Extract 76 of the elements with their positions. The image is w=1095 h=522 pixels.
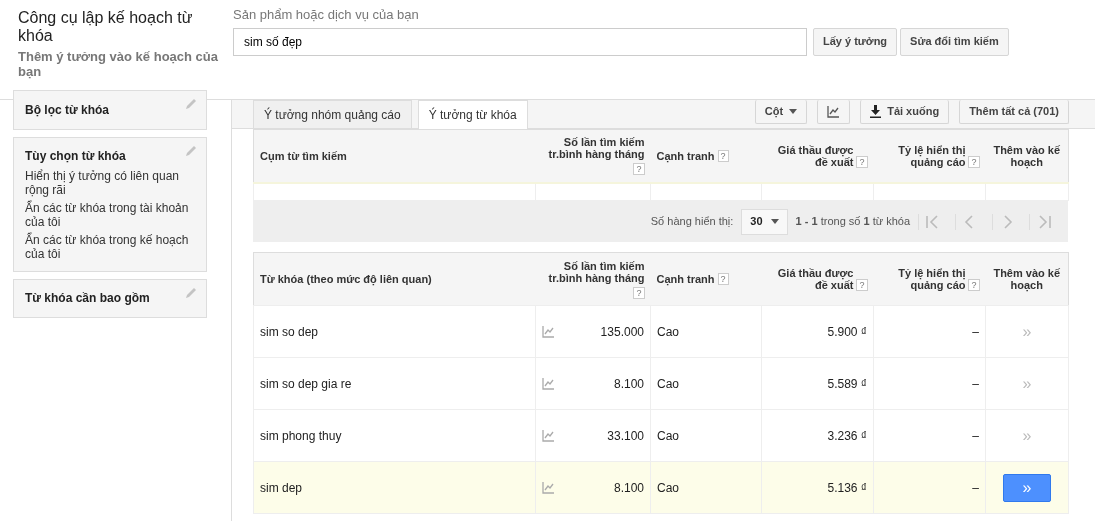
column-header[interactable]: Cạnh tranh (656, 273, 715, 285)
sidebar-card-title: Tùy chọn từ khóa (25, 148, 127, 165)
line-chart-icon (827, 105, 841, 118)
sidebar-card-title: Bộ lọc từ khóa (25, 102, 111, 119)
sidebar-option: Hiển thị ý tưởng có liên quan rộng rãi (25, 169, 196, 197)
impression-share: – (972, 324, 979, 339)
page-range: 1 - 1 trong số 1 từ khóa (795, 214, 910, 230)
competition-level: Cao (657, 480, 679, 495)
impression-share: – (972, 480, 979, 495)
suggested-bid: 5.136 ₫ (827, 480, 867, 495)
sidebar-option: Ẩn các từ khóa trong kế hoạch của tôi (25, 233, 196, 261)
column-header[interactable]: Từ khóa (theo mức độ liên quan) (260, 273, 432, 285)
keyword-row[interactable]: sim phong thuy 33.100 Cao 3.236 ₫ – » (253, 409, 1069, 462)
caret-icon (770, 219, 779, 224)
help-icon[interactable]: ? (633, 163, 645, 176)
search-volume: 8.100 (613, 479, 644, 497)
impression-share: – (972, 428, 979, 443)
keyword-text: sim so dep gia re (260, 376, 352, 391)
column-header[interactable]: Cạnh tranh (656, 149, 715, 162)
tab[interactable]: Ý tưởng từ khóa (417, 100, 528, 129)
search-volume: 8.100 (613, 375, 644, 393)
last-page-icon[interactable] (1036, 213, 1052, 230)
help-icon[interactable]: ? (856, 279, 868, 291)
trend-chart-icon[interactable] (542, 377, 555, 390)
pencil-icon[interactable] (185, 286, 198, 299)
column-header[interactable]: Tỷ lệ hiển thị quảng cáo (879, 143, 966, 168)
header-button[interactable]: Lấy ý tưởng (813, 27, 898, 56)
trend-chart-icon[interactable] (542, 325, 555, 338)
competition-level: Cao (657, 376, 679, 391)
page-subtitle: Thêm ý tưởng vào kế hoạch của bạn (18, 49, 219, 79)
rows-per-page-select[interactable]: 30 (741, 208, 788, 235)
rows-per-page-label: Số hàng hiển thị: (650, 214, 734, 230)
search-volume: 135.000 (600, 323, 644, 341)
competition-level: Cao (657, 324, 679, 339)
help-icon[interactable]: ? (717, 149, 729, 162)
tab[interactable]: Ý tưởng nhóm quảng cáo (253, 100, 412, 128)
keyword-row[interactable]: sim so dep 135.000 Cao 5.900 ₫ – » (253, 305, 1069, 358)
column-header[interactable]: Giá thầu được đề xuất (767, 267, 854, 291)
caret-icon (789, 109, 798, 114)
page-title: Công cụ lập kế hoạch từ khóa (18, 9, 194, 45)
add-all-button[interactable]: Thêm tất cả (701) (959, 100, 1069, 124)
competition-level: Cao (657, 428, 679, 443)
search-field[interactable]: sim số đẹp (233, 27, 807, 56)
sidebar-option: Ẩn các từ khóa trong tài khoản của tôi (25, 201, 196, 229)
header-button[interactable]: Sửa đổi tìm kiếm (900, 27, 1009, 56)
columns-button[interactable]: Cột (754, 100, 808, 124)
suggested-bid: 5.900 ₫ (827, 324, 867, 339)
download-icon (870, 105, 882, 118)
chart-button[interactable] (817, 100, 851, 124)
search-volume: 33.100 (607, 427, 644, 445)
help-icon[interactable]: ? (968, 279, 980, 291)
help-icon[interactable]: ? (717, 273, 729, 285)
trend-chart-icon[interactable] (542, 481, 555, 494)
column-header[interactable]: Tỷ lệ hiển thị quảng cáo (879, 267, 966, 291)
first-page-icon[interactable] (925, 213, 941, 230)
column-header[interactable]: Số lần tìm kiếm tr.bình hàng tháng (541, 136, 645, 161)
column-header[interactable]: Số lần tìm kiếm tr.bình hàng tháng (541, 259, 645, 284)
suggested-bid: 3.236 ₫ (827, 428, 867, 443)
keyword-text: sim so dep (260, 324, 319, 339)
help-icon[interactable]: ? (968, 155, 980, 168)
help-icon[interactable]: ? (633, 286, 645, 299)
trend-chart-icon[interactable] (542, 429, 555, 442)
pencil-icon[interactable] (185, 144, 198, 157)
keyword-row[interactable]: sim dep 8.100 Cao 5.136 ₫ – » (253, 461, 1069, 514)
keyword-text: sim dep (260, 480, 303, 495)
keyword-row[interactable]: sim so dep gia re 8.100 Cao 5.589 ₫ – » (253, 357, 1069, 410)
search-label: Sản phẩm hoặc dịch vụ của bạn (233, 6, 420, 24)
impression-share: – (972, 376, 979, 391)
sidebar-card-title: Từ khóa cần bao gồm (25, 290, 151, 307)
column-header[interactable]: Giá thầu được đề xuất (767, 143, 854, 168)
keyword-text: sim phong thuy (260, 428, 342, 443)
help-icon[interactable]: ? (856, 155, 868, 168)
pencil-icon[interactable] (185, 97, 198, 110)
column-header[interactable]: Cụm từ tìm kiếm (260, 149, 347, 162)
suggested-bid: 5.589 ₫ (827, 376, 867, 391)
download-button[interactable]: Tải xuống (860, 100, 950, 124)
